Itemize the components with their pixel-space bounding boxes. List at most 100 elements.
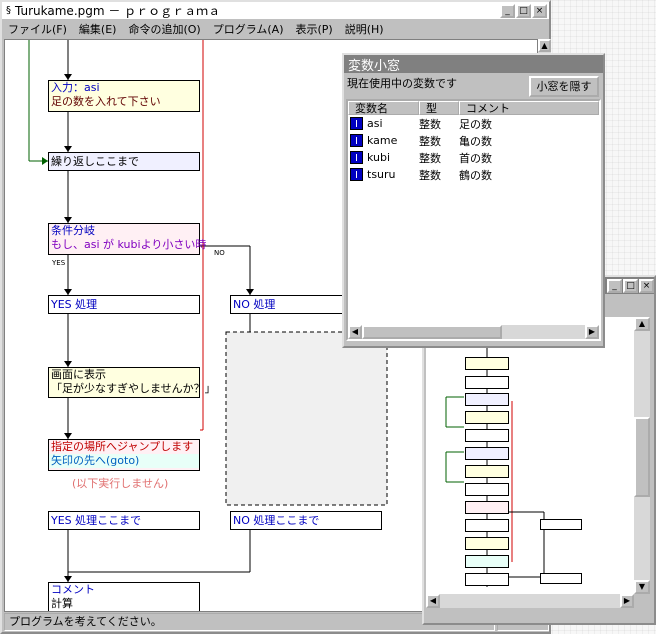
- comment-title: コメント: [51, 583, 95, 596]
- overview-canvas[interactable]: [426, 317, 634, 594]
- yes-end-label: YES 処理ここまで: [51, 514, 142, 527]
- integer-icon: I: [350, 134, 363, 147]
- jump-block[interactable]: 指定の場所へジャンプします 矢印の先へ(goto): [48, 439, 200, 471]
- mini-block: [465, 411, 509, 424]
- variables-hscrollbar[interactable]: ◀ ▶: [348, 325, 599, 339]
- overview-scroll-down-icon[interactable]: ▼: [634, 580, 650, 594]
- variable-name: kubi: [367, 151, 391, 164]
- maximize-icon[interactable]: □: [516, 3, 531, 18]
- display-title: 画面に表示: [51, 368, 106, 381]
- yes-process-label: YES 処理: [51, 298, 98, 311]
- no-branch-label: NO: [214, 249, 225, 257]
- menu-help[interactable]: 説明(H): [339, 21, 390, 37]
- integer-icon: I: [350, 168, 363, 181]
- integer-icon: I: [350, 117, 363, 130]
- menu-file[interactable]: ファイル(F): [2, 21, 73, 37]
- variable-name-cell: Ikame: [350, 134, 419, 147]
- comment-block[interactable]: コメント 計算: [48, 582, 200, 611]
- menu-bar: ファイル(F) 編集(E) 命令の追加(O) プログラム(A) 表示(P) 説明…: [2, 19, 549, 39]
- overview-scrollbar[interactable]: ▲ ▼: [634, 317, 650, 594]
- no-end-block[interactable]: NO 処理ここまで: [230, 511, 382, 530]
- menu-edit[interactable]: 編集(E): [73, 21, 123, 37]
- variable-type: 整数: [419, 134, 441, 148]
- app-icon: §: [6, 5, 11, 16]
- variables-scroll-thumb[interactable]: [362, 325, 502, 339]
- overview-lines: [445, 317, 545, 587]
- overview-scroll-up-icon[interactable]: ▲: [634, 317, 650, 331]
- variable-comment: 首の数: [459, 151, 492, 165]
- overview-maximize-icon[interactable]: □: [623, 278, 638, 293]
- variable-name-cell: Ikubi: [350, 151, 419, 164]
- column-comment[interactable]: コメント: [459, 101, 599, 115]
- input-block[interactable]: 入力：asi 足の数を入れて下さい: [48, 80, 200, 112]
- minimize-icon[interactable]: _: [500, 3, 515, 18]
- mini-block: [465, 537, 509, 550]
- mini-block: [465, 429, 509, 442]
- variables-title: 変数小窓: [348, 58, 401, 74]
- input-block-title: 入力：asi: [51, 81, 100, 94]
- overview-scroll-left-icon[interactable]: ◀: [426, 594, 440, 608]
- variable-row[interactable]: Ikame 整数 亀の数: [348, 132, 599, 149]
- window-title: Turukame.pgm － ｐｒｏｇｒａｍａ: [15, 4, 221, 18]
- variable-comment: 足の数: [459, 117, 492, 131]
- variables-scroll-right-icon[interactable]: ▶: [585, 325, 599, 339]
- yes-end-block[interactable]: YES 処理ここまで: [48, 511, 200, 530]
- overview-scroll-right-icon[interactable]: ▶: [620, 594, 634, 608]
- variable-type: 整数: [419, 168, 441, 182]
- mini-block: [465, 519, 509, 532]
- overview-minimize-icon[interactable]: _: [607, 278, 622, 293]
- no-end-label: NO 処理ここまで: [233, 514, 320, 527]
- condition-block[interactable]: 条件分岐 もし、asi が kubiより小さい時: [48, 223, 207, 255]
- mini-block: [465, 376, 509, 389]
- mini-block: [540, 573, 582, 584]
- display-block[interactable]: 画面に表示 「足が少なすぎやしませんか？」: [48, 367, 216, 398]
- input-block-desc: 足の数を入れて下さい: [51, 95, 161, 108]
- hide-window-button[interactable]: 小窓を隠す: [529, 76, 599, 97]
- scroll-up-icon[interactable]: ▲: [538, 39, 551, 52]
- mini-block: [465, 501, 509, 514]
- overview-scroll-thumb[interactable]: [634, 417, 650, 497]
- yes-process-block[interactable]: YES 処理: [48, 295, 200, 314]
- variables-list[interactable]: 変数名 型 コメント Iasi 整数 足の数 Ikame 整数 亀の数 Ikub…: [346, 99, 601, 341]
- column-name[interactable]: 変数名: [348, 101, 419, 115]
- close-icon[interactable]: ×: [532, 3, 547, 18]
- overview-hscrollbar[interactable]: ◀ ▶: [426, 594, 634, 608]
- overview-close-icon[interactable]: ×: [639, 278, 654, 293]
- variables-scroll-left-icon[interactable]: ◀: [348, 325, 362, 339]
- variable-row[interactable]: Iasi 整数 足の数: [348, 115, 599, 132]
- condition-desc: もし、asi が kubiより小さい時: [51, 238, 207, 251]
- variable-name-cell: Iasi: [350, 117, 419, 130]
- mini-block: [465, 447, 509, 460]
- loop-end-label: 繰り返しここまで: [51, 155, 139, 168]
- variable-row[interactable]: Itsuru 整数 鶴の数: [348, 166, 599, 183]
- yes-branch-label: YES: [52, 259, 66, 267]
- variables-titlebar[interactable]: 変数小窓: [344, 55, 603, 74]
- main-titlebar[interactable]: § Turukame.pgm － ｐｒｏｇｒａｍａ _ □ ×: [2, 2, 549, 19]
- mini-block: [465, 393, 509, 406]
- not-executed-label: (以下実行しません): [72, 477, 169, 490]
- condition-title: 条件分岐: [51, 224, 95, 237]
- variable-name: asi: [367, 117, 383, 130]
- menu-view[interactable]: 表示(P): [290, 21, 339, 37]
- display-desc: 「足が少なすぎやしませんか？」: [51, 382, 216, 395]
- mini-block: [465, 357, 509, 370]
- variable-type: 整数: [419, 151, 441, 165]
- mini-block: [540, 519, 582, 530]
- no-process-label: NO 処理: [233, 298, 276, 311]
- comment-desc: 計算: [51, 597, 73, 610]
- variable-comment: 亀の数: [459, 134, 492, 148]
- mini-block: [465, 555, 509, 568]
- variable-name: kame: [367, 134, 398, 147]
- variables-window: 変数小窓 現在使用中の変数です 小窓を隠す 変数名 型 コメント Iasi 整数…: [342, 53, 605, 348]
- variables-header: 変数名 型 コメント: [348, 101, 599, 115]
- variable-comment: 鶴の数: [459, 168, 492, 182]
- variable-name: tsuru: [367, 168, 396, 181]
- menu-add-command[interactable]: 命令の追加(O): [122, 21, 206, 37]
- loop-end-block[interactable]: 繰り返しここまで: [48, 152, 200, 171]
- mini-block: [465, 483, 509, 496]
- variables-subtitle: 現在使用中の変数です: [347, 77, 457, 90]
- variable-row[interactable]: Ikubi 整数 首の数: [348, 149, 599, 166]
- column-type[interactable]: 型: [419, 101, 459, 115]
- variable-name-cell: Itsuru: [350, 168, 419, 181]
- menu-program[interactable]: プログラム(A): [207, 21, 290, 37]
